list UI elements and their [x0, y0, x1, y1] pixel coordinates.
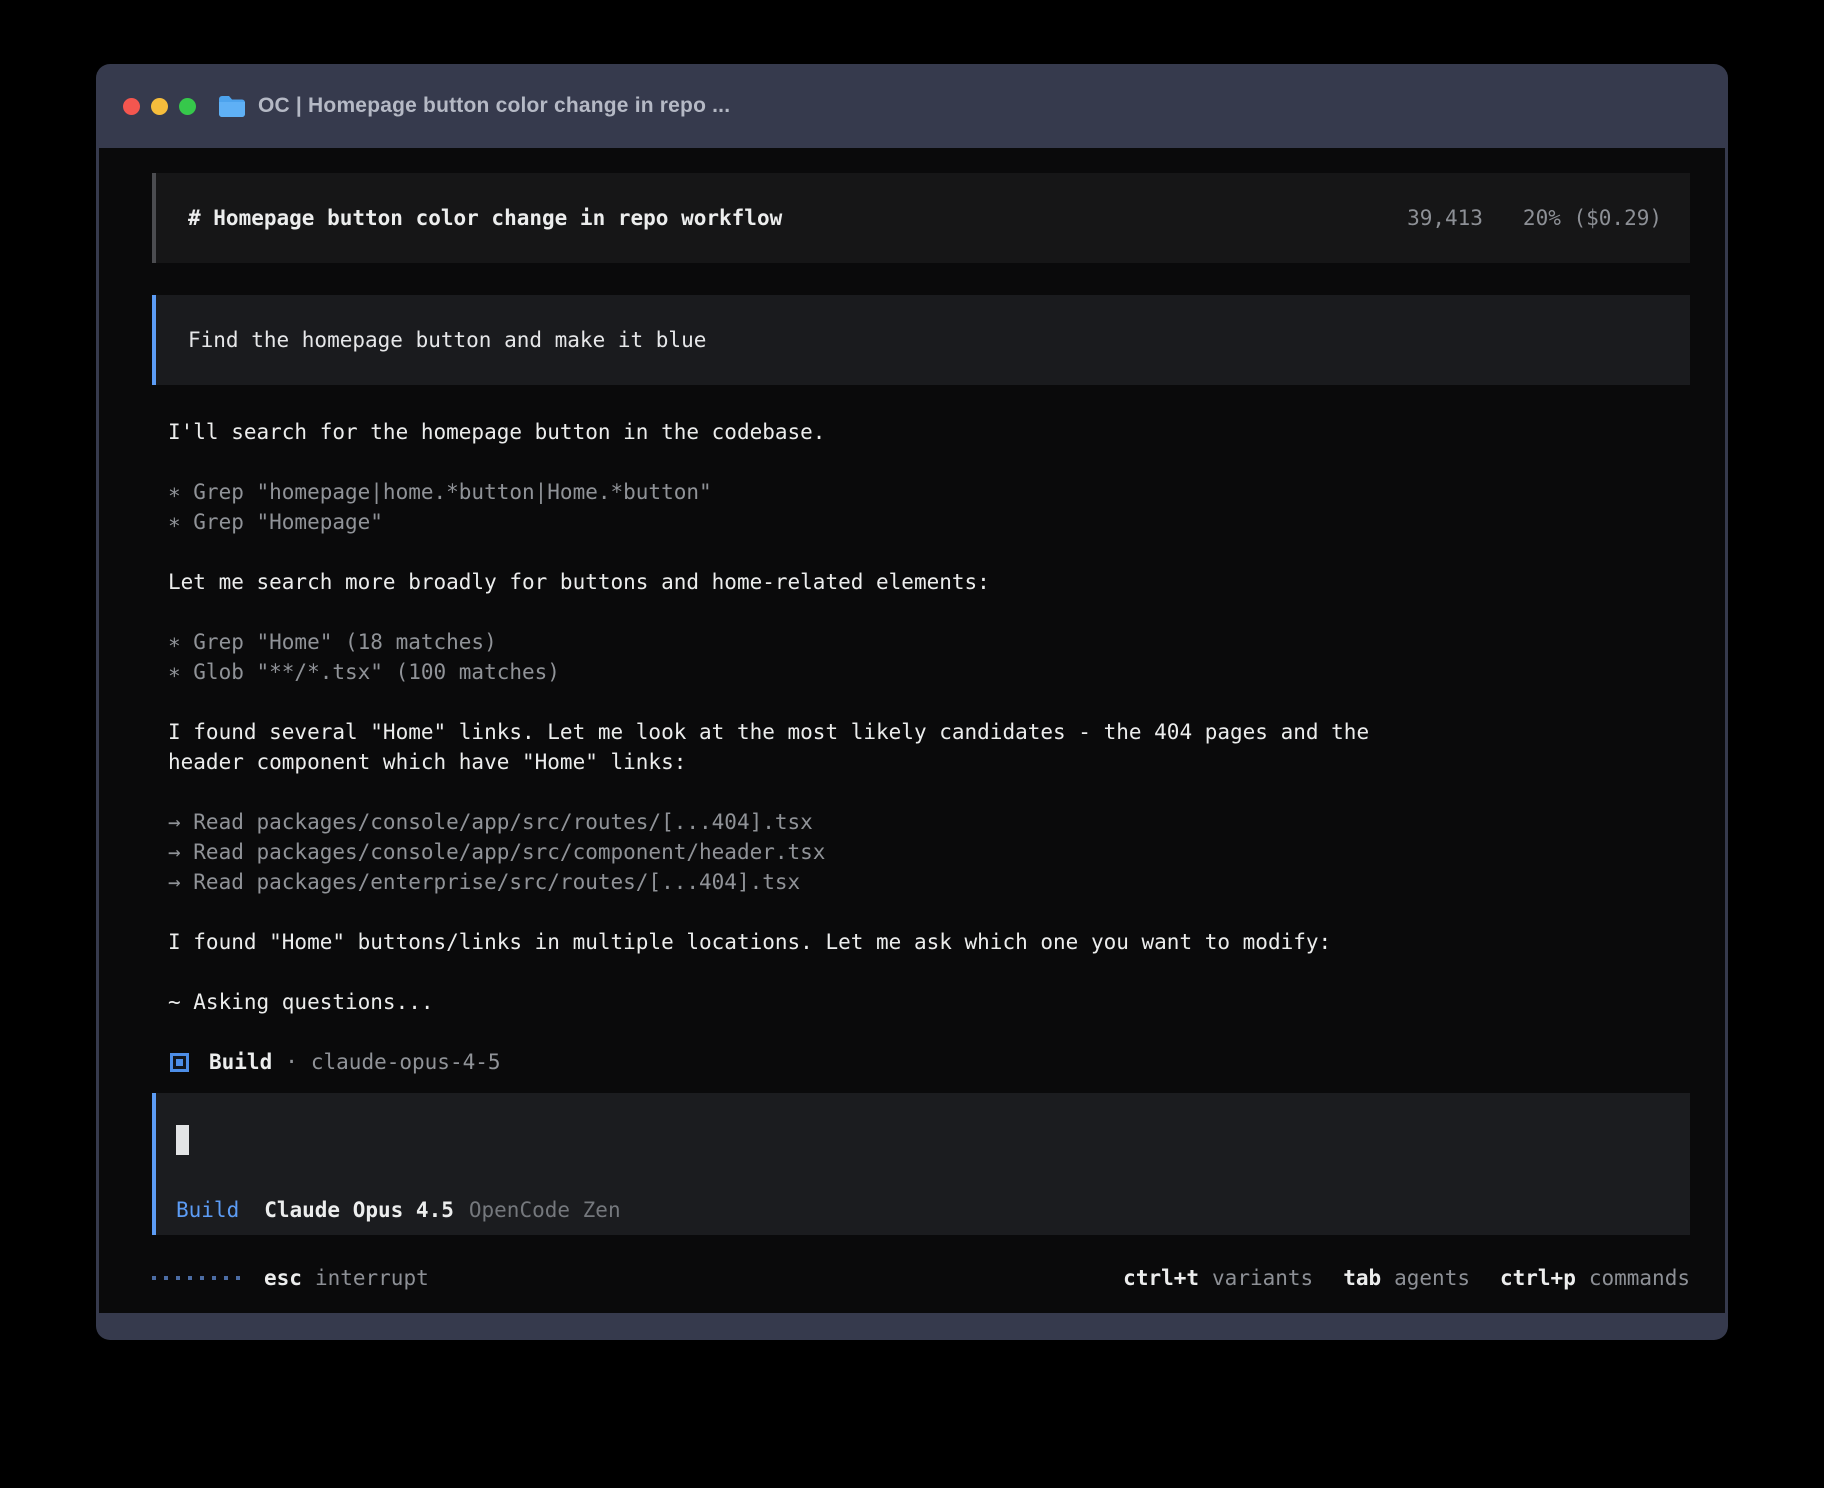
shortcut-key: tab: [1343, 1266, 1381, 1290]
task-status-row: Build · claude-opus-4-5: [152, 1047, 1690, 1077]
conversation: I'll search for the homepage button in t…: [152, 417, 1690, 1047]
session-header: # Homepage button color change in repo w…: [152, 173, 1690, 263]
message-line: Let me search more broadly for buttons a…: [168, 567, 1690, 597]
zoom-button[interactable]: [179, 98, 196, 115]
spinner-dot: [188, 1276, 192, 1280]
message-line: header component which have "Home" links…: [168, 747, 1690, 777]
shortcut-hint: tab agents: [1343, 1266, 1470, 1290]
task-model-label: claude-opus-4-5: [311, 1050, 501, 1074]
input-model-label[interactable]: Claude Opus 4.5: [264, 1195, 454, 1225]
input-footer: Build Claude Opus 4.5 OpenCode Zen: [176, 1195, 1670, 1225]
blank-line: [168, 447, 1690, 477]
spinner-dot: [164, 1276, 168, 1280]
blank-line: [168, 687, 1690, 717]
input-provider-label: OpenCode Zen: [469, 1195, 621, 1225]
minimize-button[interactable]: [151, 98, 168, 115]
folder-icon: [218, 95, 246, 118]
window-title: OC | Homepage button color change in rep…: [258, 94, 730, 118]
user-message: Find the homepage button and make it blu…: [152, 295, 1690, 385]
blank-line: [168, 957, 1690, 987]
shortcut-hint: ctrl+p commands: [1500, 1266, 1690, 1290]
status-left: esc interrupt: [152, 1266, 429, 1290]
status-bar: esc interrupt ctrl+tvariantstabagentsctr…: [152, 1263, 1690, 1293]
message-line: I found "Home" buttons/links in multiple…: [168, 927, 1690, 957]
title-group: OC | Homepage button color change in rep…: [218, 94, 730, 118]
input-area[interactable]: Build Claude Opus 4.5 OpenCode Zen: [152, 1093, 1690, 1235]
blank-line: [168, 537, 1690, 567]
interrupt-label: interrupt: [315, 1266, 429, 1290]
shortcut-label: variants: [1212, 1266, 1313, 1290]
separator-dot: ·: [285, 1050, 298, 1074]
spinner-dot: [212, 1276, 216, 1280]
tool-call-line: ∗ Grep "Home" (18 matches): [168, 627, 1690, 657]
desktop: { "window": { "title": "OC | Homepage bu…: [0, 0, 1824, 1488]
shortcut-key: ctrl+t: [1123, 1266, 1199, 1290]
session-stats: 39,413 20% ($0.29): [1407, 206, 1662, 230]
interrupt-hint: esc interrupt: [264, 1266, 429, 1290]
blank-line: [168, 597, 1690, 627]
message-line: ~ Asking questions...: [168, 987, 1690, 1017]
message-line: I found several "Home" links. Let me loo…: [168, 717, 1690, 747]
tool-call-line: → Read packages/enterprise/src/routes/[.…: [168, 867, 1690, 897]
tool-call-line: → Read packages/console/app/src/routes/[…: [168, 807, 1690, 837]
shortcut-key: ctrl+p: [1500, 1266, 1576, 1290]
traffic-lights: [123, 98, 196, 115]
terminal-window: OC | Homepage button color change in rep…: [96, 64, 1728, 1340]
spinner-dot: [200, 1276, 204, 1280]
shortcut-hint: ctrl+t variants: [1123, 1266, 1313, 1290]
message-line: I'll search for the homepage button in t…: [168, 417, 1690, 447]
tool-call-line: ∗ Grep "homepage|home.*button|Home.*butt…: [168, 477, 1690, 507]
spinner-dot: [176, 1276, 180, 1280]
tool-call-line: → Read packages/console/app/src/componen…: [168, 837, 1690, 867]
terminal-content: # Homepage button color change in repo w…: [99, 148, 1725, 1313]
blank-line: [168, 777, 1690, 807]
blank-line: [168, 897, 1690, 927]
blank-line: [168, 1017, 1690, 1047]
shortcut-label: commands: [1589, 1266, 1690, 1290]
close-button[interactable]: [123, 98, 140, 115]
spinner-dot: [236, 1276, 240, 1280]
text-cursor: [176, 1125, 189, 1155]
spinner-dot: [224, 1276, 228, 1280]
shortcut-label: agents: [1394, 1266, 1470, 1290]
spinner-dot: [152, 1276, 156, 1280]
shortcut-group: ctrl+t variants tab agents ctrl+p commands: [1123, 1266, 1690, 1290]
input-agent-label[interactable]: Build: [176, 1195, 239, 1225]
titlebar: OC | Homepage button color change in rep…: [99, 64, 1725, 148]
token-count: 39,413: [1407, 206, 1483, 230]
tool-call-line: ∗ Glob "**/*.tsx" (100 matches): [168, 657, 1690, 687]
spinner-dots: [152, 1276, 240, 1280]
esc-key-hint: esc: [264, 1266, 302, 1290]
user-message-text: Find the homepage button and make it blu…: [188, 328, 706, 352]
build-square-icon: [170, 1053, 189, 1072]
task-agent-label: Build: [209, 1050, 272, 1074]
context-usage: 20% ($0.29): [1523, 206, 1662, 230]
tool-call-line: ∗ Grep "Homepage": [168, 507, 1690, 537]
session-title: # Homepage button color change in repo w…: [188, 206, 782, 230]
